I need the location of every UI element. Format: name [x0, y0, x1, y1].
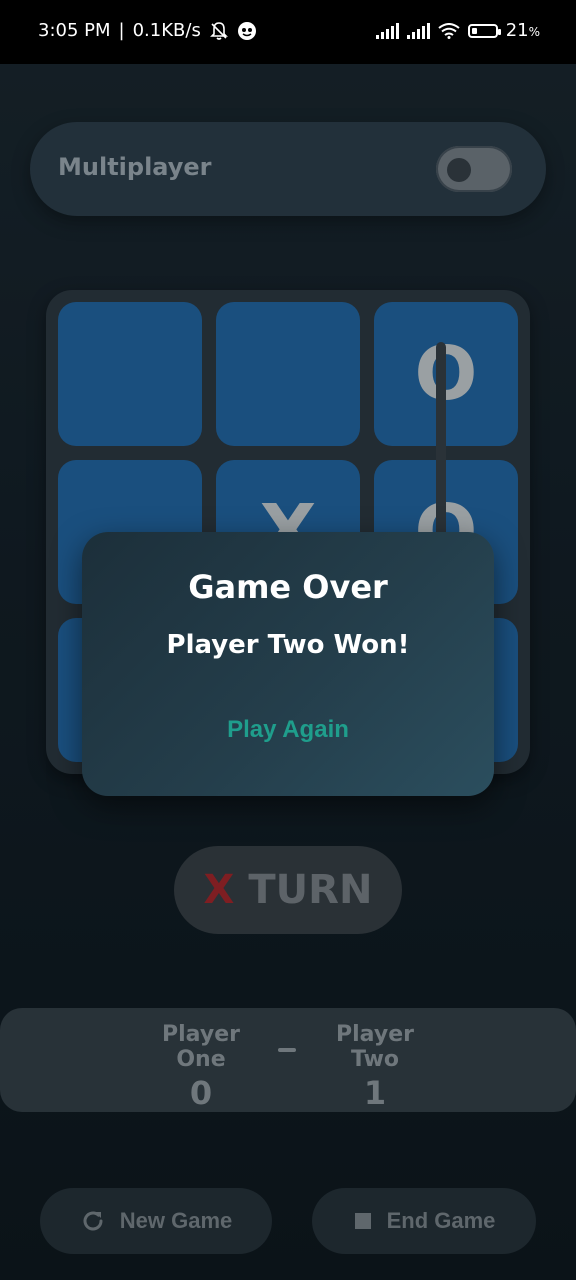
status-left: 3:05 PM | 0.1KB/s — [38, 20, 257, 41]
play-again-button[interactable]: Play Again — [182, 712, 394, 748]
battery-icon — [467, 23, 501, 38]
board-cell-2[interactable]: O — [374, 302, 518, 446]
wifi-icon — [438, 22, 460, 39]
new-game-button[interactable]: New Game — [40, 1188, 272, 1254]
player-two-score: Player Two 1 — [310, 1022, 440, 1112]
app-notification-icon — [237, 21, 256, 40]
board-cell-0[interactable] — [58, 302, 202, 446]
new-game-label: New Game — [119, 1208, 233, 1233]
status-speed: 0.1KB/s — [132, 20, 201, 41]
board-cell-1[interactable] — [216, 302, 360, 446]
signal-icon-2 — [406, 22, 430, 39]
dialog-title: Game Over — [188, 568, 388, 606]
player-two-value: 1 — [363, 1074, 387, 1112]
status-right: 21% — [375, 20, 540, 41]
player-one-name: Player One — [162, 1022, 240, 1072]
multiplayer-label: Multiplayer — [58, 153, 212, 181]
multiplayer-card: Multiplayer — [30, 122, 546, 216]
score-separator — [278, 1048, 296, 1052]
end-game-button[interactable]: End Game — [312, 1188, 536, 1254]
player-two-name: Player Two — [336, 1022, 414, 1072]
turn-label: TURN — [248, 867, 373, 913]
bell-off-icon — [209, 21, 228, 40]
battery-level: 21 — [505, 20, 529, 41]
status-bar: 3:05 PM | 0.1KB/s 21% — [0, 0, 576, 64]
battery-unit: % — [528, 25, 540, 39]
multiplayer-toggle[interactable] — [436, 146, 512, 192]
game-over-dialog: Game Over Player Two Won! Play Again — [82, 532, 494, 796]
turn-indicator: X TURN — [174, 846, 402, 934]
turn-symbol: X — [203, 867, 235, 913]
stop-icon — [354, 1213, 371, 1229]
player-one-score: Player One 0 — [136, 1022, 266, 1112]
dialog-message: Player Two Won! — [166, 630, 410, 660]
refresh-icon — [83, 1211, 103, 1231]
end-game-label: End Game — [386, 1208, 496, 1233]
score-bar: Player One 0 Player Two 1 — [0, 1008, 576, 1112]
signal-icon — [375, 22, 399, 39]
status-time: 3:05 PM — [38, 20, 111, 41]
player-one-value: 0 — [189, 1074, 213, 1112]
toggle-knob — [447, 158, 471, 182]
